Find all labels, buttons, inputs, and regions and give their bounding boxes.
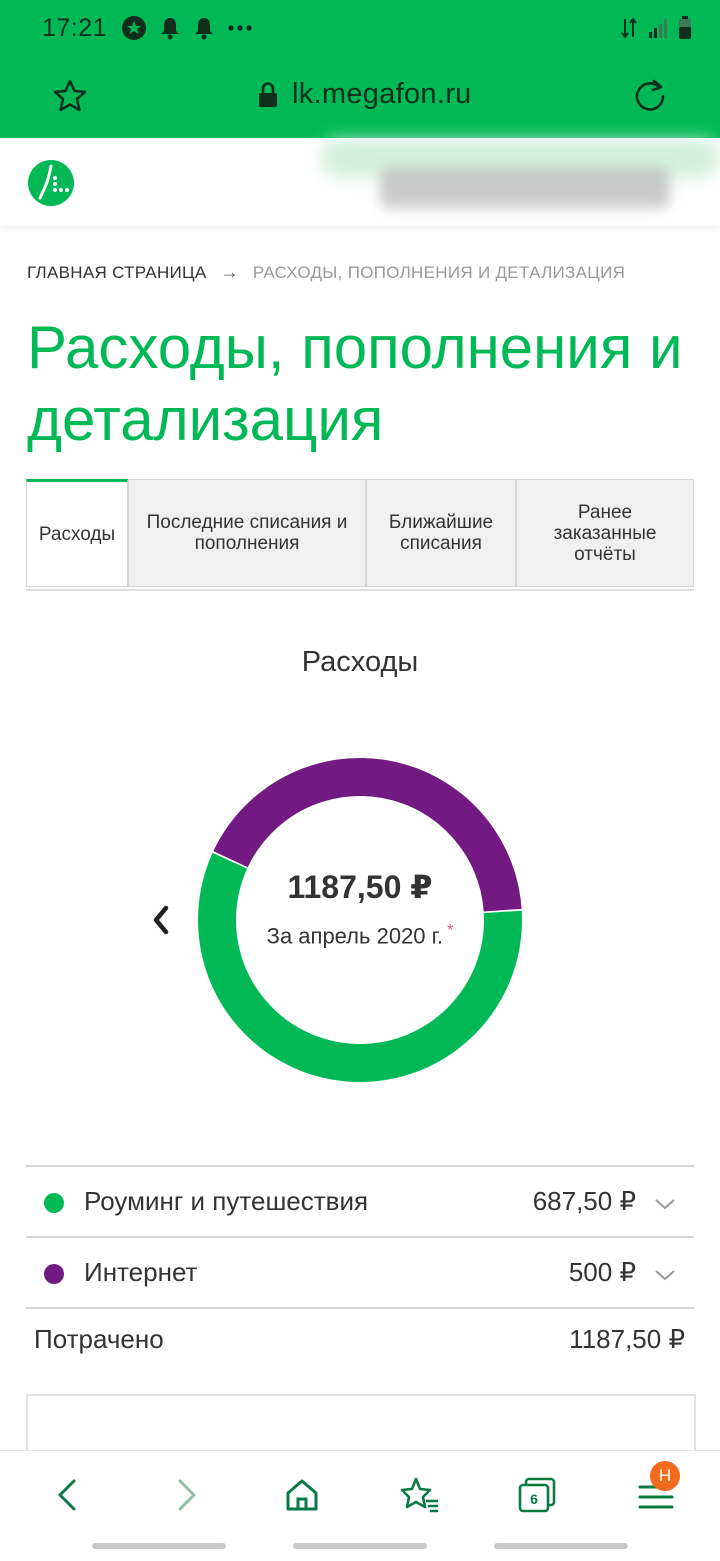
url-text[interactable]: lk.megafon.ru [292,78,472,111]
battery-icon [679,16,691,39]
expense-row-internet[interactable]: Интернет 500 ₽ [26,1236,694,1309]
status-time: 17:21 [42,13,108,42]
gesture-bar [293,1543,427,1549]
signal-icon [649,19,667,38]
tab-recent-transactions[interactable]: Последние списания и пополнения [128,479,366,587]
breadcrumb-home-link[interactable]: ГЛАВНАЯ СТРАНИЦА [27,263,207,283]
megafon-logo-icon[interactable] [28,160,74,206]
lock-icon [259,82,277,107]
tab-expenses[interactable]: Расходы [26,479,128,587]
expense-value: 687,50 ₽ [532,1186,636,1216]
chart-total-amount: 1187,50 ₽ [287,869,433,905]
open-tabs-count: 6 [530,1491,538,1507]
breadcrumb: ГЛАВНАЯ СТРАНИЦА → РАСХОДЫ, ПОПОЛНЕНИЯ И… [27,262,625,283]
page-title: Расходы, пополнения и детализация [27,314,683,453]
expense-name: Интернет [84,1257,198,1287]
footnote-asterisk: * [447,922,454,939]
menu-badge: H [650,1461,680,1491]
breadcrumb-current: РАСХОДЫ, ПОПОЛНЕНИЯ И ДЕТАЛИЗАЦИЯ [252,262,626,282]
chart-period: За апрель 2020 г. * [260,914,460,953]
chart-title: Расходы [301,646,419,678]
tab-bar: Расходы Последние списания и пополнения … [26,479,694,591]
bell-icon [161,18,180,40]
expense-name: Роуминг и путешествия [84,1186,369,1216]
bookmarks-star-icon[interactable] [398,1473,442,1517]
expense-value: 500 ₽ [568,1257,636,1287]
gesture-bar [494,1543,628,1549]
forward-arrow-icon[interactable] [164,1473,208,1517]
data-arrows-icon [621,17,637,39]
star-circle-icon [122,16,147,40]
status-bar: 17:21 [42,12,692,44]
site-header [0,138,720,226]
expense-list: Роуминг и путешествия 687,50 ₽ Интернет … [26,1165,694,1309]
url-bar[interactable]: lk.megafon.ru [0,62,720,132]
bell-icon [195,18,214,40]
spent-value: 1187,50 ₽ [569,1324,685,1354]
chevron-down-icon[interactable] [654,1197,676,1211]
browser-bottom-nav: 6 H [0,1450,720,1561]
chart-period-text: За апрель 2020 г. [266,923,444,949]
spent-label: Потрачено [34,1324,164,1354]
gesture-bar [92,1543,226,1549]
tab-ordered-reports[interactable]: Ранее заказанные отчёты [516,479,694,587]
browser-top-bar: 17:21 lk.megafon.ru [0,0,720,138]
legend-dot-icon [44,1264,64,1284]
tab-upcoming-charges[interactable]: Ближайшие списания [366,479,516,587]
tabs-icon[interactable]: 6 [516,1473,560,1517]
blurred-phone-number [380,168,670,208]
chevron-down-icon[interactable] [654,1268,676,1282]
chevron-left-icon[interactable] [148,900,172,940]
more-dots-icon [228,25,252,31]
reload-icon[interactable] [632,78,668,114]
legend-dot-icon [44,1193,64,1213]
home-icon[interactable] [280,1473,324,1517]
breadcrumb-arrow-icon: → [220,262,239,282]
bookmark-star-icon[interactable] [52,78,88,114]
expense-row-roaming[interactable]: Роуминг и путешествия 687,50 ₽ [26,1165,694,1236]
back-arrow-icon[interactable] [46,1473,90,1517]
